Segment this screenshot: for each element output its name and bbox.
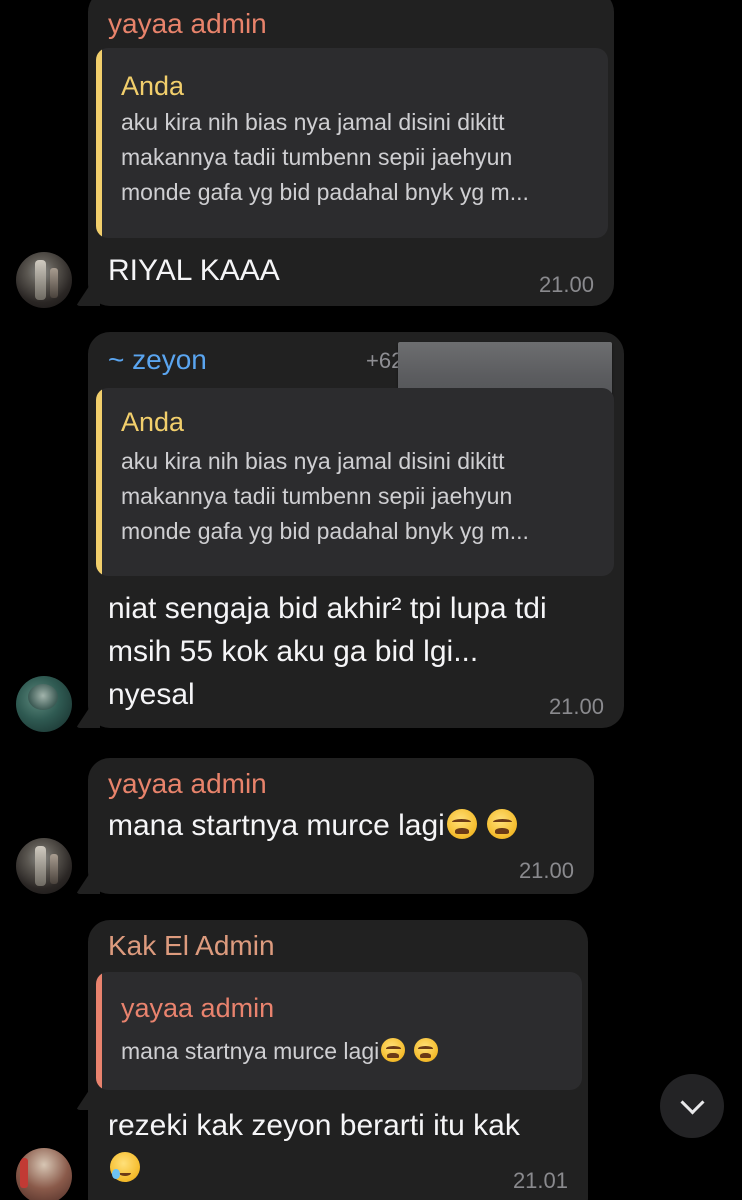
sender-name[interactable]: ~ zeyon	[108, 344, 207, 376]
bubble-tail	[76, 708, 100, 728]
reply-quote-bar	[96, 972, 102, 1090]
bubble-tail	[76, 286, 100, 306]
message-text: RIYAL KAAA	[108, 254, 280, 287]
avatar-kak-el-admin[interactable]	[16, 1148, 72, 1200]
message-text: niat sengaja bid akhir² tpi lupa tdi msi…	[108, 592, 547, 711]
reply-text: aku kira nih bias nya jamal disini dikit…	[121, 448, 529, 544]
reply-text: mana startnya murce lagi	[121, 1034, 438, 1069]
message-bubble[interactable]: Kak El Admin yayaa admin mana startnya m…	[76, 920, 588, 1200]
message-time: 21.01	[512, 1168, 568, 1193]
sender-name[interactable]: Kak El Admin	[108, 930, 275, 962]
reply-sender-name: yayaa admin	[121, 993, 275, 1023]
avatar-yayaa-admin[interactable]	[16, 252, 72, 308]
reply-text-content: mana startnya murce lagi	[121, 1038, 380, 1064]
message-text-content: rezeki kak zeyon berarti itu kak	[108, 1109, 520, 1142]
reply-sender-name: Anda	[121, 71, 185, 101]
sender-name[interactable]: yayaa admin	[108, 768, 267, 800]
weary-face-emoji	[413, 1038, 438, 1062]
message-text: rezeki kak zeyon berarti itu kak	[108, 1104, 520, 1190]
scroll-to-bottom-button[interactable]	[660, 1074, 724, 1138]
reply-sender-name: Anda	[121, 407, 185, 437]
weary-face-emoji	[446, 809, 477, 839]
reply-quote-bar	[96, 388, 102, 576]
message-time: 21.00	[538, 272, 594, 297]
weary-face-emoji	[381, 1038, 406, 1062]
message-bubble[interactable]: yayaa admin Anda aku kira nih bias nya j…	[76, 0, 614, 306]
bubble-tail	[76, 874, 100, 894]
reply-text: aku kira nih bias nya jamal disini dikit…	[121, 109, 529, 205]
message-bubble[interactable]: ~ zeyon +62 Anda aku kira nih bias nya j…	[76, 332, 624, 728]
face-holding-back-tears-emoji	[110, 1152, 140, 1182]
message-bubble[interactable]: yayaa admin mana startnya murce lagi 21.…	[76, 758, 594, 894]
chat-view[interactable]: yayaa admin Anda aku kira nih bias nya j…	[0, 0, 742, 1200]
weary-face-emoji	[487, 809, 518, 839]
bubble-tail	[76, 1090, 100, 1110]
message-time: 21.00	[548, 694, 604, 719]
chevron-down-icon	[679, 1089, 705, 1115]
message-text-content: mana startnya murce lagi	[108, 809, 445, 842]
reply-quote[interactable]: Anda aku kira nih bias nya jamal disini …	[96, 388, 614, 576]
reply-quote-bar	[96, 48, 102, 238]
message-text: mana startnya murce lagi	[108, 804, 518, 847]
sender-name[interactable]: yayaa admin	[108, 8, 267, 40]
reply-quote[interactable]: yayaa admin mana startnya murce lagi	[96, 972, 582, 1090]
reply-quote[interactable]: Anda aku kira nih bias nya jamal disini …	[96, 48, 608, 238]
avatar-zeyon[interactable]	[16, 676, 72, 732]
avatar-yayaa-admin[interactable]	[16, 838, 72, 894]
message-time: 21.00	[518, 858, 574, 883]
